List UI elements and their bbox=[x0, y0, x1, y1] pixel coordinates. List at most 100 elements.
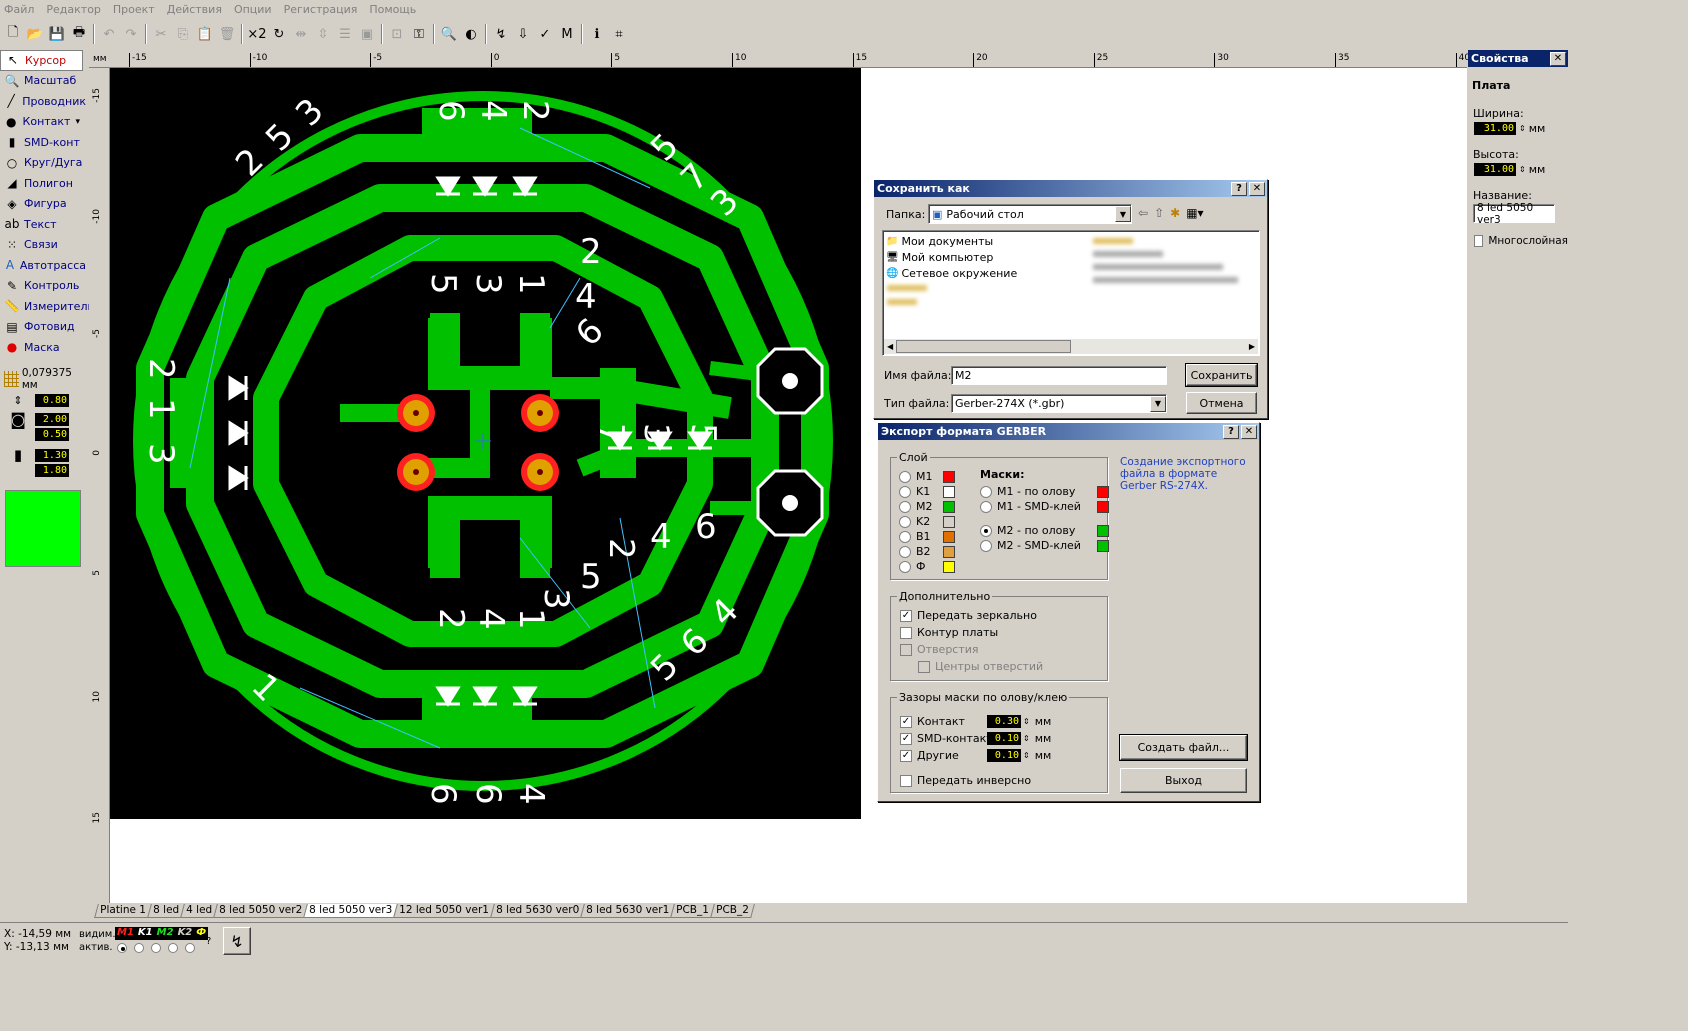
layer-toggle-icon[interactable]: ◐ bbox=[460, 23, 482, 45]
layer-option-6[interactable]: Ф bbox=[899, 560, 955, 573]
group-icon[interactable]: ▣ bbox=[356, 23, 378, 45]
layer-visibility-badge[interactable]: K1 bbox=[136, 927, 155, 940]
save-button[interactable]: Сохранить bbox=[1185, 363, 1258, 387]
gap-spinner[interactable]: ⇕ bbox=[1023, 751, 1030, 760]
layer-radio[interactable] bbox=[899, 530, 911, 543]
open-folder-icon[interactable]: 📂 bbox=[24, 23, 46, 45]
menu-item-3[interactable]: Действия bbox=[167, 3, 222, 16]
tool-autoroute[interactable]: A Автотрасса bbox=[0, 255, 86, 276]
tool-cursor-arrow[interactable]: ↖ Курсор bbox=[0, 50, 83, 71]
new-folder-icon[interactable]: ✱ bbox=[1170, 206, 1180, 220]
back-icon[interactable]: ⇦ bbox=[1138, 206, 1148, 220]
active-layer-radio[interactable] bbox=[168, 943, 178, 953]
menu-item-1[interactable]: Редактор bbox=[46, 3, 101, 16]
board-width-field[interactable]: 31.00 bbox=[1474, 122, 1516, 135]
board-tab[interactable]: 8 led 5630 ver0 bbox=[490, 904, 586, 918]
gap-value-field[interactable]: 0.10 bbox=[987, 749, 1021, 762]
tool-magnifier[interactable]: 🔍 Масштаб bbox=[0, 71, 86, 92]
help-icon[interactable]: ? bbox=[206, 936, 211, 947]
up-folder-icon[interactable]: ⇧ bbox=[1154, 206, 1164, 220]
align-icon[interactable]: ☰ bbox=[334, 23, 356, 45]
export-icon[interactable]: ⇩ bbox=[512, 23, 534, 45]
mirror-vertical-icon[interactable]: ⇳ bbox=[312, 23, 334, 45]
mask-option-0[interactable]: M1 - по олову bbox=[980, 485, 1109, 498]
mask-radio[interactable] bbox=[980, 500, 992, 513]
tool-polygon[interactable]: ◢ Полигон bbox=[0, 173, 86, 194]
view-menu-icon[interactable]: ▦▾ bbox=[1186, 206, 1203, 220]
extra-checkbox[interactable] bbox=[918, 660, 930, 673]
horizontal-scrollbar[interactable]: ◀ ▶ bbox=[884, 339, 1258, 354]
scroll-right-icon[interactable]: ▶ bbox=[1246, 342, 1258, 351]
help-icon[interactable]: ? bbox=[1223, 424, 1239, 439]
autoroute-icon[interactable]: ↯ bbox=[490, 23, 512, 45]
redo-icon[interactable]: ↷ bbox=[120, 23, 142, 45]
mask-radio[interactable] bbox=[980, 485, 992, 498]
board-tab[interactable]: 4 led bbox=[180, 904, 218, 918]
tool-drc[interactable]: ✎ Контроль bbox=[0, 276, 86, 297]
close-icon[interactable]: ✕ bbox=[1241, 424, 1257, 439]
tool-pad[interactable]: ● Контакт ▾ bbox=[0, 112, 86, 133]
grid-snap-icon[interactable]: ⌗ bbox=[608, 23, 630, 45]
tool-circle[interactable]: ○ Круг/Дуга bbox=[0, 153, 86, 174]
extra-checkbox[interactable] bbox=[900, 626, 912, 639]
autoroute-mode-button[interactable]: ↯ bbox=[223, 927, 251, 955]
height-spinner[interactable]: ⇕ bbox=[1519, 165, 1526, 174]
tool-text[interactable]: ab Текст bbox=[0, 214, 86, 235]
ungroup-icon[interactable]: ⊡ bbox=[386, 23, 408, 45]
board-height-field[interactable]: 31.00 bbox=[1474, 163, 1516, 176]
mask-radio[interactable] bbox=[980, 524, 992, 537]
current-layer-color[interactable] bbox=[5, 489, 81, 567]
extra-option-0[interactable]: ✓ Передать зеркально bbox=[900, 609, 1037, 622]
layer-option-0[interactable]: M1 bbox=[899, 470, 955, 483]
extra-checkbox[interactable]: ✓ bbox=[900, 609, 912, 622]
dropdown-arrow-icon[interactable]: ▾ bbox=[75, 117, 80, 127]
board-tab[interactable]: PCB_1 bbox=[670, 904, 716, 918]
gap-checkbox[interactable]: ✓ bbox=[900, 732, 912, 745]
file-list-item[interactable]: 🖥 Мой компьютер bbox=[886, 249, 1017, 265]
menu-item-5[interactable]: Регистрация bbox=[284, 3, 358, 16]
extra-option-2[interactable]: Отверстия bbox=[900, 643, 979, 656]
lock-icon[interactable]: ⚿ bbox=[408, 23, 430, 45]
close-icon[interactable]: ✕ bbox=[1550, 51, 1566, 66]
layer-option-1[interactable]: K1 bbox=[899, 485, 955, 498]
board-tab[interactable]: 8 led bbox=[146, 904, 185, 918]
scroll-thumb[interactable] bbox=[896, 340, 1072, 353]
print-icon[interactable]: 🖶 bbox=[68, 23, 90, 45]
active-layer-radio[interactable] bbox=[134, 943, 144, 953]
scroll-left-icon[interactable]: ◀ bbox=[884, 342, 896, 351]
pad-outer-field[interactable]: 2.00 bbox=[35, 412, 69, 426]
chevron-down-icon[interactable]: ▼ bbox=[1115, 206, 1131, 222]
rotate-icon[interactable]: ↻ bbox=[268, 23, 290, 45]
board-tab[interactable]: 8 led 5050 ver2 bbox=[213, 904, 309, 918]
gap-checkbox[interactable]: ✓ bbox=[900, 715, 912, 728]
invert-checkbox[interactable] bbox=[900, 774, 912, 787]
board-tab[interactable]: 8 led 5050 ver3 bbox=[303, 904, 399, 918]
gap-spinner[interactable]: ⇕ bbox=[1023, 734, 1030, 743]
extra-option-1[interactable]: Контур платы bbox=[900, 626, 998, 639]
layer-visibility-badge[interactable]: K2 bbox=[176, 927, 195, 940]
active-layer-radio[interactable] bbox=[117, 943, 127, 953]
file-list[interactable]: 📁 Мои документы 🖥 Мой компьютер 🌐 Сетевое окр… bbox=[882, 230, 1260, 356]
tool-connections[interactable]: ⁙ Связи bbox=[0, 235, 86, 256]
tool-smd-pad[interactable]: ▮ SMD-конт bbox=[0, 132, 86, 153]
cancel-button[interactable]: Отмена bbox=[1186, 392, 1257, 414]
copy-icon[interactable]: ⎘ bbox=[172, 23, 194, 45]
delete-icon[interactable]: 🗑 bbox=[216, 23, 238, 45]
chevron-down-icon[interactable]: ▼ bbox=[1150, 395, 1166, 412]
tool-track[interactable]: ╱ Проводник bbox=[0, 91, 86, 112]
macro-icon[interactable]: M bbox=[556, 23, 578, 45]
layer-visibility-badge[interactable]: M2 bbox=[155, 927, 176, 940]
duplicate-x2-icon[interactable]: ×2 bbox=[246, 23, 268, 45]
menu-item-0[interactable]: Файл bbox=[4, 3, 34, 16]
close-icon[interactable]: ✕ bbox=[1249, 181, 1265, 196]
filetype-combo[interactable]: Gerber-274X (*.gbr) ▼ bbox=[951, 394, 1167, 413]
menu-item-2[interactable]: Проект bbox=[113, 3, 155, 16]
smd-h-field[interactable]: 1.80 bbox=[35, 463, 69, 477]
exit-button[interactable]: Выход bbox=[1120, 768, 1247, 793]
layer-option-5[interactable]: B2 bbox=[899, 545, 955, 558]
layer-visibility-badge[interactable]: M1 bbox=[115, 927, 136, 940]
extra-option-3[interactable]: Центры отверстий bbox=[918, 660, 1043, 673]
tool-measure[interactable]: 📏 Измеритель bbox=[0, 296, 94, 317]
gap-value-field[interactable]: 0.10 bbox=[987, 732, 1021, 745]
undo-icon[interactable]: ↶ bbox=[98, 23, 120, 45]
